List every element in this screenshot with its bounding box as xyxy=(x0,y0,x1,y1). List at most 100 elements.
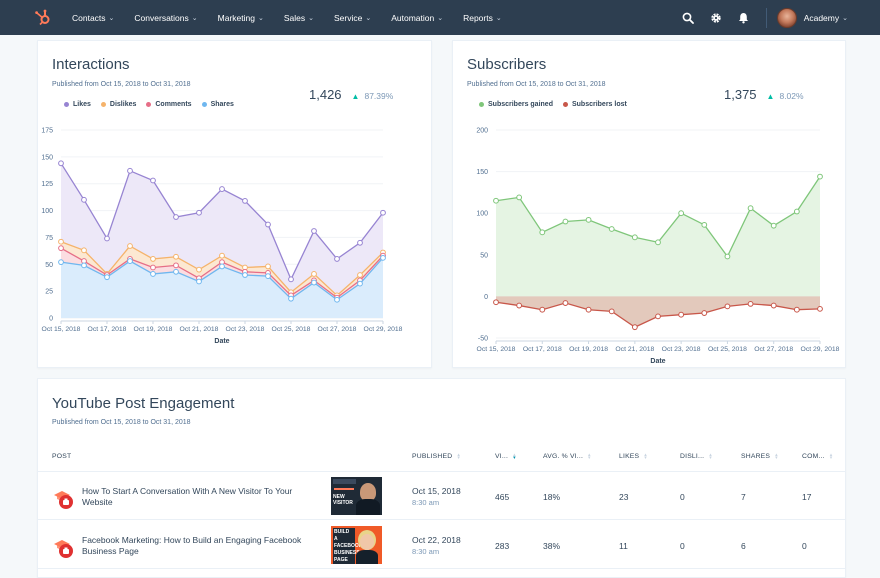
nav-marketing[interactable]: Marketing ⌄ xyxy=(218,13,264,23)
nav-utilities: Academy ⌄ xyxy=(674,0,880,35)
legend-item-dislikes[interactable]: Dislikes xyxy=(100,101,137,108)
column-comments-label: COM... xyxy=(802,453,825,460)
legend-item-comments[interactable]: Comments xyxy=(146,101,192,108)
column-post: POST xyxy=(52,453,71,460)
engagement-subtitle: Published from Oct 15, 2018 to Oct 31, 2… xyxy=(52,419,191,426)
post-title-link[interactable]: How To Start A Conversation With A New V… xyxy=(82,486,322,508)
point-shares xyxy=(219,263,225,270)
point-shares xyxy=(104,274,110,281)
point-dislikes xyxy=(265,263,271,270)
y-tick-label: 175 xyxy=(41,128,53,135)
interactions-card: Interactions Published from Oct 15, 2018… xyxy=(37,40,432,368)
point-subscribers-lost xyxy=(585,306,592,313)
legend-dot-icon xyxy=(146,102,152,107)
point-subscribers-gained xyxy=(539,229,546,236)
thumbnail-caption: BUILD A FACEBOOK BUSINESS PAGE xyxy=(333,528,363,564)
legend-item-subscribers-lost[interactable]: Subscribers lost xyxy=(562,101,627,108)
point-likes xyxy=(104,235,110,242)
legend-item-shares[interactable]: Shares xyxy=(201,101,234,108)
x-tick-label: Oct 27, 2018 xyxy=(318,326,357,333)
shares-value: 6 xyxy=(741,541,746,551)
nav-automation[interactable]: Automation ⌄ xyxy=(391,13,443,23)
subscribers-kpi: 1,375 ▲ 8.02% xyxy=(724,87,804,102)
point-shares xyxy=(380,254,386,261)
search-button[interactable] xyxy=(674,0,702,35)
x-tick-label: Oct 19, 2018 xyxy=(569,346,608,353)
y-tick-label: 150 xyxy=(41,154,53,161)
likes-value: 23 xyxy=(619,492,629,502)
y-tick-label: 75 xyxy=(45,235,53,242)
column-dislikes[interactable]: DISLI... ▴ ▾ xyxy=(680,452,712,460)
point-subscribers-gained xyxy=(747,205,754,212)
point-likes xyxy=(357,239,363,246)
video-thumbnail[interactable]: NEW VISITOR xyxy=(331,477,382,515)
point-shares xyxy=(334,296,340,303)
account-menu[interactable]: Academy ⌄ xyxy=(804,13,848,23)
point-dislikes xyxy=(357,272,363,278)
column-shares[interactable]: SHARES ▴ ▾ xyxy=(741,452,778,460)
point-subscribers-lost xyxy=(770,302,777,309)
settings-button[interactable] xyxy=(702,0,730,35)
post-title-link[interactable]: Facebook Marketing: How to Build an Enga… xyxy=(82,535,322,557)
chevron-down-icon: ⌄ xyxy=(191,14,198,22)
interactions-title: Interactions xyxy=(52,56,130,73)
point-subscribers-gained xyxy=(770,222,777,229)
nav-reports[interactable]: Reports ⌄ xyxy=(463,13,502,23)
published-time: 8:30 am xyxy=(412,547,440,556)
legend-label: Subscribers gained xyxy=(488,101,553,108)
point-shares xyxy=(311,279,317,286)
point-dislikes xyxy=(81,247,87,254)
column-views[interactable]: VI... ▴ ▾ xyxy=(495,452,516,460)
point-subscribers-lost xyxy=(817,305,823,312)
point-dislikes xyxy=(311,271,317,277)
chevron-down-icon: ⌄ xyxy=(437,14,444,22)
search-icon xyxy=(682,12,694,24)
point-comments xyxy=(150,264,156,271)
point-subscribers-gained xyxy=(631,234,638,241)
x-tick-label: Oct 17, 2018 xyxy=(523,346,562,353)
column-avg-view-pct[interactable]: AVG. % VI... ▴ ▾ xyxy=(543,452,591,460)
column-likes[interactable]: LIKES ▴ ▾ xyxy=(619,452,647,460)
point-subscribers-gained xyxy=(516,194,523,201)
user-avatar[interactable] xyxy=(776,7,797,28)
chevron-down-icon: ⌄ xyxy=(308,14,314,22)
y-tick-label: 25 xyxy=(45,289,53,296)
published-time: 8:30 am xyxy=(412,498,440,507)
point-subscribers-gained xyxy=(493,197,499,204)
legend-item-subscribers-gained[interactable]: Subscribers gained xyxy=(479,101,553,108)
point-shares xyxy=(288,295,294,302)
trend-up-icon: ▲ xyxy=(351,92,360,101)
nav-conversations-label: Conversations xyxy=(134,12,189,23)
legend-dot-icon xyxy=(562,102,568,107)
hubspot-logo-icon[interactable] xyxy=(34,8,52,26)
point-dislikes xyxy=(127,243,133,249)
notifications-button[interactable] xyxy=(730,0,758,35)
column-comments[interactable]: COM... ▴ ▾ xyxy=(802,452,832,460)
interactions-chart: 0 25 50 75 100 125 150 175 Oct 15, 2018 Oct 17, 2… xyxy=(41,128,402,346)
point-likes xyxy=(265,221,271,228)
top-navigation-bar: Contacts ⌄ Conversations ⌄ Marketing ⌄ Sale… xyxy=(0,0,880,35)
point-subscribers-lost xyxy=(631,324,638,331)
legend-item-likes[interactable]: Likes xyxy=(64,101,91,108)
column-published-label: PUBLISHED xyxy=(412,453,453,460)
interactions-subtitle: Published from Oct 15, 2018 to Oct 31, 2… xyxy=(52,81,191,88)
y-tick-label: -50 xyxy=(478,336,488,343)
point-likes xyxy=(311,228,317,234)
gear-icon xyxy=(710,12,721,23)
legend-dot-icon xyxy=(64,102,69,107)
comments-value: 17 xyxy=(802,492,812,502)
column-shares-label: SHARES xyxy=(741,453,771,460)
youtube-academy-icon xyxy=(54,491,73,509)
nav-contacts[interactable]: Contacts ⌄ xyxy=(72,13,114,23)
video-thumbnail[interactable]: BUILD A FACEBOOK BUSINESS PAGE xyxy=(331,526,382,564)
point-subscribers-lost xyxy=(701,310,708,316)
dislikes-value: 0 xyxy=(680,492,685,502)
nav-conversations[interactable]: Conversations ⌄ xyxy=(134,13,197,23)
point-shares xyxy=(242,272,248,278)
nav-service[interactable]: Service ⌄ xyxy=(334,13,371,23)
column-published[interactable]: PUBLISHED ▴ ▾ xyxy=(412,452,460,460)
interactions-change: 87.39% xyxy=(364,91,394,101)
legend-label: Dislikes xyxy=(109,101,137,108)
x-tick-label: Oct 21, 2018 xyxy=(615,346,654,353)
nav-sales[interactable]: Sales ⌄ xyxy=(284,13,314,23)
